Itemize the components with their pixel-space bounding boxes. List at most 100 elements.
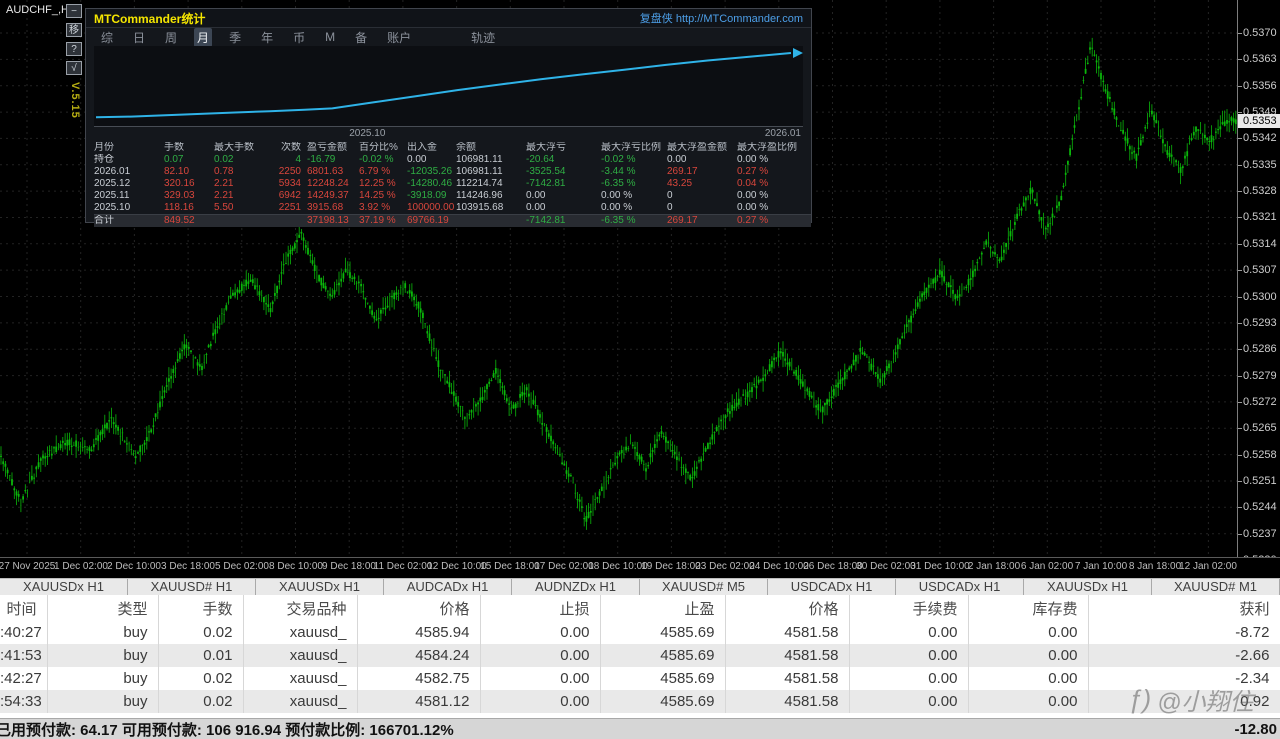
move-button[interactable]: 移 bbox=[66, 23, 82, 37]
order-cell: buy bbox=[47, 621, 158, 644]
order-cell: 0.02 bbox=[158, 690, 243, 713]
table-row[interactable]: :40:27buy0.02xauusd_4585.940.004585.6945… bbox=[0, 621, 1280, 644]
orders-column-header[interactable]: 价格 bbox=[357, 595, 480, 621]
stat-cell: -12035.26 bbox=[407, 166, 456, 178]
order-cell: 4581.58 bbox=[725, 621, 849, 644]
order-cell: :54:33 bbox=[0, 690, 47, 713]
stat-cell: 盈亏金额 bbox=[307, 142, 359, 154]
price-axis[interactable]: 0.53700.53630.53560.53490.53420.53350.53… bbox=[1237, 0, 1280, 557]
order-cell: :41:53 bbox=[0, 644, 47, 667]
order-cell: 0.01 bbox=[158, 644, 243, 667]
equity-x-axis: 2025.102026.01 bbox=[94, 126, 803, 140]
chart-tab[interactable]: XAUUSD# M5 bbox=[639, 579, 767, 596]
stat-cell: 269.17 bbox=[667, 215, 737, 227]
time-axis-label: 24 Dec 10:00 bbox=[749, 561, 809, 572]
orders-column-header[interactable]: 类型 bbox=[47, 595, 158, 621]
chart-tab[interactable]: XAUUSD# H1 bbox=[127, 579, 255, 596]
panel-menu-item[interactable]: 月 bbox=[194, 28, 212, 47]
orders-column-header[interactable]: 止盈 bbox=[600, 595, 725, 621]
stat-cell: -14280.46 bbox=[407, 178, 456, 190]
price-axis-label: 0.5363 bbox=[1243, 53, 1277, 65]
equity-canvas bbox=[94, 46, 805, 126]
price-axis-label: 0.5265 bbox=[1243, 422, 1277, 434]
panel-menu-item[interactable]: 年 bbox=[258, 28, 276, 47]
price-tick bbox=[1238, 165, 1242, 166]
stat-cell: 最大浮盈金额 bbox=[667, 142, 737, 154]
order-cell: 0.00 bbox=[849, 690, 968, 713]
chart-tab[interactable]: XAUUSDx H1 bbox=[255, 579, 383, 596]
order-cell: 4581.58 bbox=[725, 644, 849, 667]
minimize-button[interactable]: − bbox=[66, 4, 82, 18]
chart-tab[interactable]: XAUUSD# M1 bbox=[1151, 579, 1279, 596]
order-cell: 4581.12 bbox=[357, 690, 480, 713]
stats-row: 持仓0.070.024-16.79-0.02 %0.00106981.11-20… bbox=[94, 154, 811, 166]
table-row[interactable]: :41:53buy0.01xauusd_4584.240.004585.6945… bbox=[0, 644, 1280, 667]
order-cell: 4582.75 bbox=[357, 667, 480, 690]
panel-menu-item[interactable]: 周 bbox=[162, 28, 180, 47]
stats-row: 2025.10118.165.5022513915.683.92 %100000… bbox=[94, 202, 811, 214]
orders-column-header[interactable]: 库存费 bbox=[968, 595, 1088, 621]
stat-cell: 2026.01 bbox=[94, 166, 164, 178]
help-button[interactable]: ? bbox=[66, 42, 82, 56]
equity-x-label: 2026.01 bbox=[765, 128, 801, 139]
panel-titlebar: MTCommander统计 复盘侠 http://MTCommander.com bbox=[86, 9, 811, 28]
chart-symbol-label: AUDCHF_,H1 bbox=[6, 4, 75, 16]
orders-column-header[interactable]: 交易品种 bbox=[243, 595, 357, 621]
stats-row: 2025.11329.032.21694214249.3714.25 %-391… bbox=[94, 190, 811, 202]
stat-cell: 114246.96 bbox=[456, 190, 526, 202]
price-tick bbox=[1238, 138, 1242, 139]
stat-cell: 最大浮盈比例 bbox=[737, 142, 799, 154]
chart-side-buttons: − 移 ? √ bbox=[66, 4, 84, 80]
time-axis-label: 7 Jan 10:00 bbox=[1075, 561, 1127, 572]
panel-menu-item[interactable]: 账户 bbox=[384, 28, 414, 47]
price-tick bbox=[1238, 455, 1242, 456]
price-tick bbox=[1238, 507, 1242, 508]
chart-tab[interactable]: XAUUSDx H1 bbox=[0, 579, 127, 596]
stat-cell: 0.00 bbox=[526, 190, 601, 202]
chart-tab[interactable]: AUDNZDx H1 bbox=[511, 579, 639, 596]
order-cell: xauusd_ bbox=[243, 690, 357, 713]
chart-tab[interactable]: USDCADx H1 bbox=[767, 579, 895, 596]
time-axis-label: 12 Dec 10:00 bbox=[427, 561, 487, 572]
check-button[interactable]: √ bbox=[66, 61, 82, 75]
panel-menu-item[interactable]: 日 bbox=[130, 28, 148, 47]
table-row[interactable]: :42:27buy0.02xauusd_4582.750.004585.6945… bbox=[0, 667, 1280, 690]
orders-column-header[interactable]: 时间 bbox=[0, 595, 47, 621]
panel-link[interactable]: 复盘侠 http://MTCommander.com bbox=[640, 10, 803, 26]
stat-cell: -20.64 bbox=[526, 154, 601, 166]
watermark: ƒ) @小翔住 bbox=[1128, 682, 1254, 717]
table-row[interactable]: :54:33buy0.02xauusd_4581.120.004585.6945… bbox=[0, 690, 1280, 713]
chart-tab[interactable]: AUDCADx H1 bbox=[383, 579, 511, 596]
order-cell: 0.00 bbox=[480, 644, 600, 667]
panel-menu-item[interactable]: 综 bbox=[98, 28, 116, 47]
orders-column-header[interactable]: 价格 bbox=[725, 595, 849, 621]
panel-menu-item[interactable]: 季 bbox=[226, 28, 244, 47]
chart-tab[interactable]: USDCADx H1 bbox=[895, 579, 1023, 596]
time-axis-label: 27 Nov 2025 bbox=[0, 561, 55, 572]
stat-cell: -6.35 % bbox=[601, 215, 667, 227]
stat-cell: 12.25 % bbox=[359, 178, 407, 190]
panel-menu-item[interactable]: 币 bbox=[290, 28, 308, 47]
stat-cell: 82.10 bbox=[164, 166, 214, 178]
price-axis-label: 0.5356 bbox=[1243, 80, 1277, 92]
order-cell: 0.00 bbox=[968, 667, 1088, 690]
stats-row: 2026.0182.100.7822506801.636.79 %-12035.… bbox=[94, 166, 811, 178]
orders-column-header[interactable]: 止损 bbox=[480, 595, 600, 621]
stat-cell: 2025.10 bbox=[94, 202, 164, 214]
time-axis-label: 2 Jan 18:00 bbox=[968, 561, 1020, 572]
orders-column-header[interactable]: 获利 bbox=[1088, 595, 1280, 621]
stat-cell: 37.19 % bbox=[359, 215, 407, 227]
chart-tab-bar: XAUUSDx H1XAUUSD# H1XAUUSDx H1AUDCADx H1… bbox=[0, 578, 1280, 596]
panel-menu-item[interactable]: 轨迹 bbox=[468, 28, 498, 47]
time-axis[interactable]: 27 Nov 20251 Dec 02:002 Dec 10:003 Dec 1… bbox=[0, 557, 1280, 575]
panel-menu-item[interactable]: M bbox=[322, 29, 338, 45]
price-tick bbox=[1238, 402, 1242, 403]
order-cell: 0.00 bbox=[968, 621, 1088, 644]
stat-cell: 0.02 bbox=[214, 154, 269, 166]
orders-column-header[interactable]: 手数 bbox=[158, 595, 243, 621]
panel-menu-item[interactable]: 备 bbox=[352, 28, 370, 47]
price-tick bbox=[1238, 297, 1242, 298]
orders-column-header[interactable]: 手续费 bbox=[849, 595, 968, 621]
chart-tab[interactable]: XAUUSDx H1 bbox=[1023, 579, 1151, 596]
stat-cell: 0.00 % bbox=[601, 202, 667, 214]
